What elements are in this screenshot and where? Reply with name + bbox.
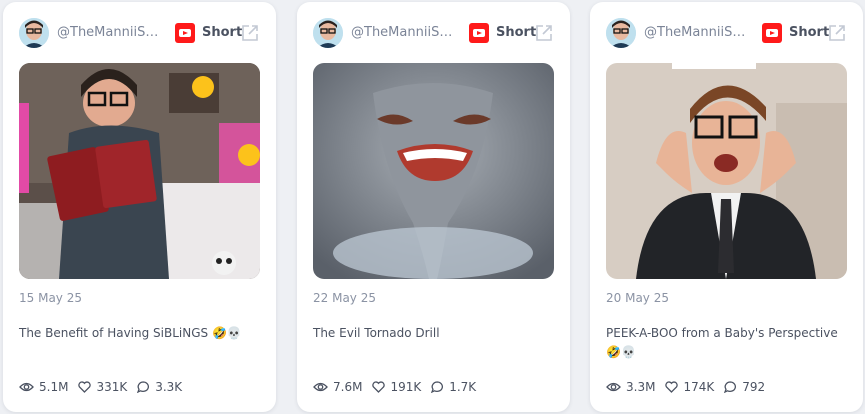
eye-icon bbox=[19, 382, 34, 392]
card-header: @TheManniiSh… Short bbox=[606, 18, 847, 48]
video-thumbnail[interactable] bbox=[313, 63, 554, 279]
views-stat: 3.3M bbox=[606, 380, 655, 394]
video-title[interactable]: PEEK-A-BOO from a Baby's Perspective 🤣💀 bbox=[606, 324, 849, 362]
comment-icon bbox=[724, 381, 737, 393]
comments-count: 3.3K bbox=[155, 380, 183, 394]
views-count: 7.6M bbox=[333, 380, 363, 394]
engagement-stats: 5.1M 331K 3.3K bbox=[19, 378, 192, 396]
video-card[interactable]: @TheManniiSh… Short 22 May 25 The Evil T… bbox=[297, 2, 570, 412]
comments-count: 1.7K bbox=[449, 380, 477, 394]
external-link-icon[interactable] bbox=[827, 23, 847, 43]
heart-icon bbox=[372, 381, 386, 393]
content-type-label: Short bbox=[496, 25, 537, 40]
youtube-icon bbox=[762, 23, 782, 43]
views-stat: 7.6M bbox=[313, 380, 362, 394]
engagement-stats: 7.6M 191K 1.7K bbox=[313, 378, 486, 396]
publish-date: 22 May 25 bbox=[313, 291, 376, 305]
content-type-label: Short bbox=[789, 25, 830, 40]
channel-avatar[interactable] bbox=[606, 18, 636, 48]
publish-date: 20 May 25 bbox=[606, 291, 669, 305]
comments-stat: 792 bbox=[724, 380, 765, 394]
eye-icon bbox=[606, 382, 621, 392]
heart-icon bbox=[665, 381, 679, 393]
card-header: @TheManniiSh… Short bbox=[19, 18, 260, 48]
video-title[interactable]: The Benefit of Having SiBLiNGS 🤣💀 bbox=[19, 324, 262, 343]
views-stat: 5.1M bbox=[19, 380, 68, 394]
card-header: @TheManniiSh… Short bbox=[313, 18, 554, 48]
likes-count: 191K bbox=[390, 380, 422, 394]
likes-count: 174K bbox=[683, 380, 715, 394]
video-title[interactable]: The Evil Tornado Drill bbox=[313, 324, 556, 343]
likes-stat: 191K bbox=[372, 380, 421, 394]
comments-stat: 3.3K bbox=[137, 380, 182, 394]
views-count: 5.1M bbox=[39, 380, 69, 394]
comments-stat: 1.7K bbox=[431, 380, 476, 394]
comments-count: 792 bbox=[742, 380, 766, 394]
youtube-icon bbox=[175, 23, 195, 43]
comment-icon bbox=[431, 381, 444, 393]
likes-stat: 174K bbox=[665, 380, 714, 394]
views-count: 3.3M bbox=[626, 380, 656, 394]
publish-date: 15 May 25 bbox=[19, 291, 82, 305]
video-card[interactable]: @TheManniiSh… Short 15 May 25 The Benefi… bbox=[3, 2, 276, 412]
channel-avatar[interactable] bbox=[19, 18, 49, 48]
channel-name[interactable]: @TheManniiSh… bbox=[57, 25, 159, 40]
likes-stat: 331K bbox=[78, 380, 127, 394]
channel-name[interactable]: @TheManniiSh… bbox=[351, 25, 453, 40]
external-link-icon[interactable] bbox=[240, 23, 260, 43]
video-card[interactable]: @TheManniiSh… Short 20 May 25 PEEK-A-BOO… bbox=[590, 2, 863, 412]
likes-count: 331K bbox=[96, 380, 128, 394]
youtube-icon bbox=[469, 23, 489, 43]
eye-icon bbox=[313, 382, 328, 392]
external-link-icon[interactable] bbox=[534, 23, 554, 43]
content-type-label: Short bbox=[202, 25, 243, 40]
comment-icon bbox=[137, 381, 150, 393]
channel-name[interactable]: @TheManniiSh… bbox=[644, 25, 746, 40]
heart-icon bbox=[78, 381, 92, 393]
video-thumbnail[interactable] bbox=[606, 63, 847, 279]
channel-avatar[interactable] bbox=[313, 18, 343, 48]
video-thumbnail[interactable] bbox=[19, 63, 260, 279]
engagement-stats: 3.3M 174K 792 bbox=[606, 378, 775, 396]
